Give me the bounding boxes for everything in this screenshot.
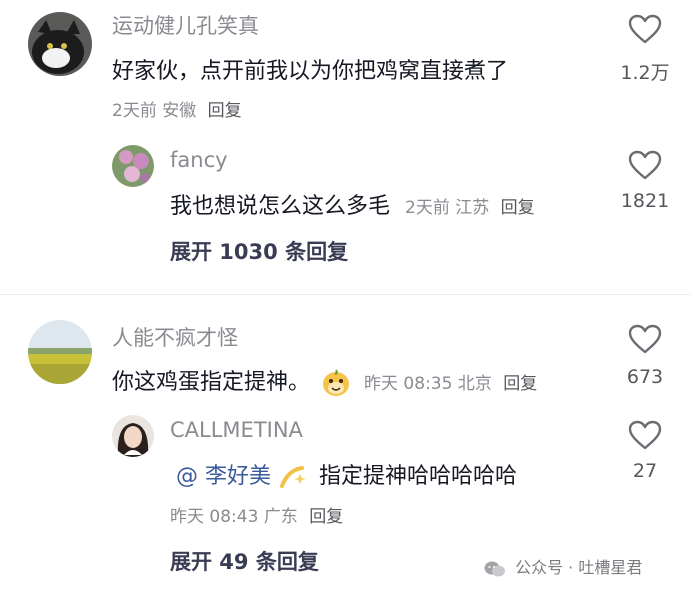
like-count: 1821 <box>620 190 670 212</box>
mention-link[interactable]: @ 李好美 <box>176 464 271 489</box>
like-count: 673 <box>626 366 664 388</box>
reply-location: 广东 <box>263 507 298 527</box>
avatar-cat[interactable] <box>28 12 92 76</box>
comment-time: 昨天 08:35 <box>364 374 453 394</box>
comment-time: 2天前 <box>112 101 157 121</box>
comment-text: 你这鸡蛋指定提神。 昨天 08:35 北京 回复 <box>112 364 537 397</box>
reply-time: 2天前 <box>405 198 450 218</box>
smiling-face-sticker-icon <box>323 369 350 396</box>
expand-replies-button[interactable]: 展开 49 条回复 <box>170 546 319 576</box>
avatar-girl[interactable] <box>112 415 154 457</box>
like-heart-icon[interactable] <box>628 14 662 44</box>
reply-time: 昨天 08:43 <box>170 507 259 527</box>
reply-meta: 昨天 08:43 广东 回复 <box>170 502 343 527</box>
avatar-field[interactable] <box>28 320 92 384</box>
reply-button[interactable]: 回复 <box>501 198 535 218</box>
reply-username[interactable]: fancy <box>170 148 228 172</box>
wechat-icon <box>484 561 505 576</box>
reply-text: @ 李好美 指定提神哈哈哈哈哈 <box>176 458 517 490</box>
watermark: 公众号 · 吐槽星君 <box>484 554 642 578</box>
avatar-flowers[interactable] <box>112 145 154 187</box>
like-heart-icon[interactable] <box>628 150 662 180</box>
reply-button[interactable]: 回复 <box>208 101 242 121</box>
comment-location: 北京 <box>457 374 492 394</box>
reply-button[interactable]: 回复 <box>503 374 537 394</box>
like-heart-icon[interactable] <box>628 324 662 354</box>
comment-text-body: 你这鸡蛋指定提神。 <box>112 370 311 395</box>
reply-text-body: 我也想说怎么这么多毛 <box>170 194 391 219</box>
like-heart-icon[interactable] <box>628 420 662 450</box>
watermark-text: 公众号 · 吐槽星君 <box>515 558 643 577</box>
expand-replies-button[interactable]: 展开 1030 条回复 <box>170 236 348 266</box>
comment-location: 安徽 <box>162 101 197 121</box>
reply-username[interactable]: CALLMETINA <box>170 418 303 442</box>
comment-text: 好家伙，点开前我以为你把鸡窝直接煮了 <box>112 59 509 84</box>
comment-meta: 2天前 安徽 回复 <box>112 96 242 121</box>
comment-divider <box>0 294 690 295</box>
reply-button[interactable]: 回复 <box>309 507 343 527</box>
reply-location: 江苏 <box>455 198 490 218</box>
reply-meta: 2天前 江苏 回复 <box>405 198 535 218</box>
reply-text: 我也想说怎么这么多毛 2天前 江苏 回复 <box>170 188 535 220</box>
sparkle-emoji-icon <box>280 466 306 488</box>
comment-meta: 昨天 08:35 北京 回复 <box>364 374 537 394</box>
like-count: 27 <box>632 460 658 482</box>
like-count: 1.2万 <box>620 62 670 84</box>
reply-text-body: 指定提神哈哈哈哈哈 <box>319 464 518 489</box>
comment-username[interactable]: 运动健儿孔笑真 <box>112 10 259 40</box>
comment-username[interactable]: 人能不疯才怪 <box>112 322 238 352</box>
